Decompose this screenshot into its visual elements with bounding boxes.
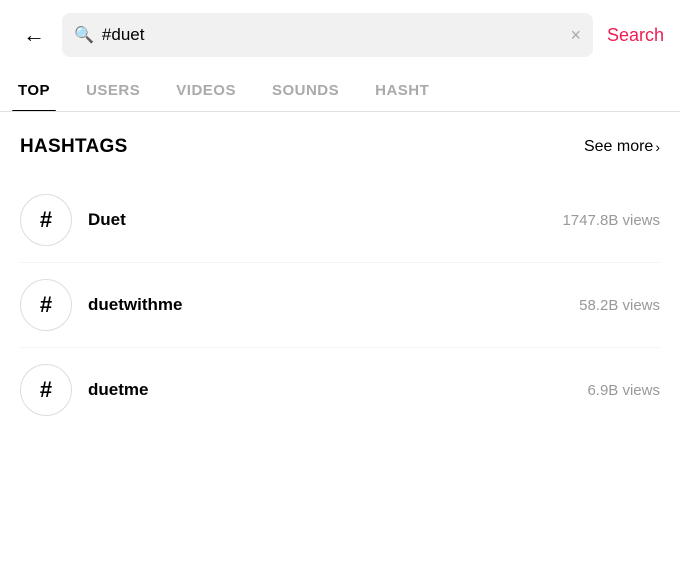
main-content: HASHTAGS See more › # Duet 1747.8B views… <box>0 112 680 432</box>
search-bar: 🔍 #duet × <box>62 13 593 57</box>
back-icon: ← <box>23 22 45 48</box>
hashtag-item-3[interactable]: # duetme 6.9B views <box>20 348 660 432</box>
see-more-label: See more <box>584 138 653 156</box>
hashtag-name-2: duetwithme <box>88 295 563 315</box>
chevron-right-icon: › <box>655 139 660 155</box>
tab-videos[interactable]: VIDEOS <box>158 70 254 111</box>
header: ← 🔍 #duet × Search <box>0 0 680 70</box>
hashtag-icon-circle-3: # <box>20 364 72 416</box>
hashtag-views-3: 6.9B views <box>587 382 660 399</box>
hashtag-item-2[interactable]: # duetwithme 58.2B views <box>20 263 660 348</box>
tab-hashtags[interactable]: HASHT <box>357 70 447 111</box>
hashtag-symbol-3: # <box>40 377 52 403</box>
search-input[interactable]: #duet <box>102 25 563 45</box>
section-title: HASHTAGS <box>20 136 128 158</box>
tab-sounds[interactable]: SOUNDS <box>254 70 357 111</box>
hashtag-views-1: 1747.8B views <box>562 212 660 229</box>
hashtag-icon-circle-2: # <box>20 279 72 331</box>
tab-users[interactable]: USERS <box>68 70 158 111</box>
hashtag-name-1: Duet <box>88 210 546 230</box>
section-header: HASHTAGS See more › <box>20 136 660 158</box>
hashtag-name-3: duetme <box>88 380 571 400</box>
hashtag-symbol-1: # <box>40 207 52 233</box>
back-button[interactable]: ← <box>16 17 52 53</box>
tab-bar: TOP USERS VIDEOS SOUNDS HASHT <box>0 70 680 112</box>
tab-top[interactable]: TOP <box>0 70 68 111</box>
clear-button[interactable]: × <box>570 25 581 46</box>
hashtag-views-2: 58.2B views <box>579 297 660 314</box>
search-button[interactable]: Search <box>603 25 664 46</box>
search-icon: 🔍 <box>74 25 94 45</box>
hashtag-symbol-2: # <box>40 292 52 318</box>
see-more-button[interactable]: See more › <box>584 138 660 156</box>
hashtag-item-1[interactable]: # Duet 1747.8B views <box>20 178 660 263</box>
hashtag-icon-circle-1: # <box>20 194 72 246</box>
